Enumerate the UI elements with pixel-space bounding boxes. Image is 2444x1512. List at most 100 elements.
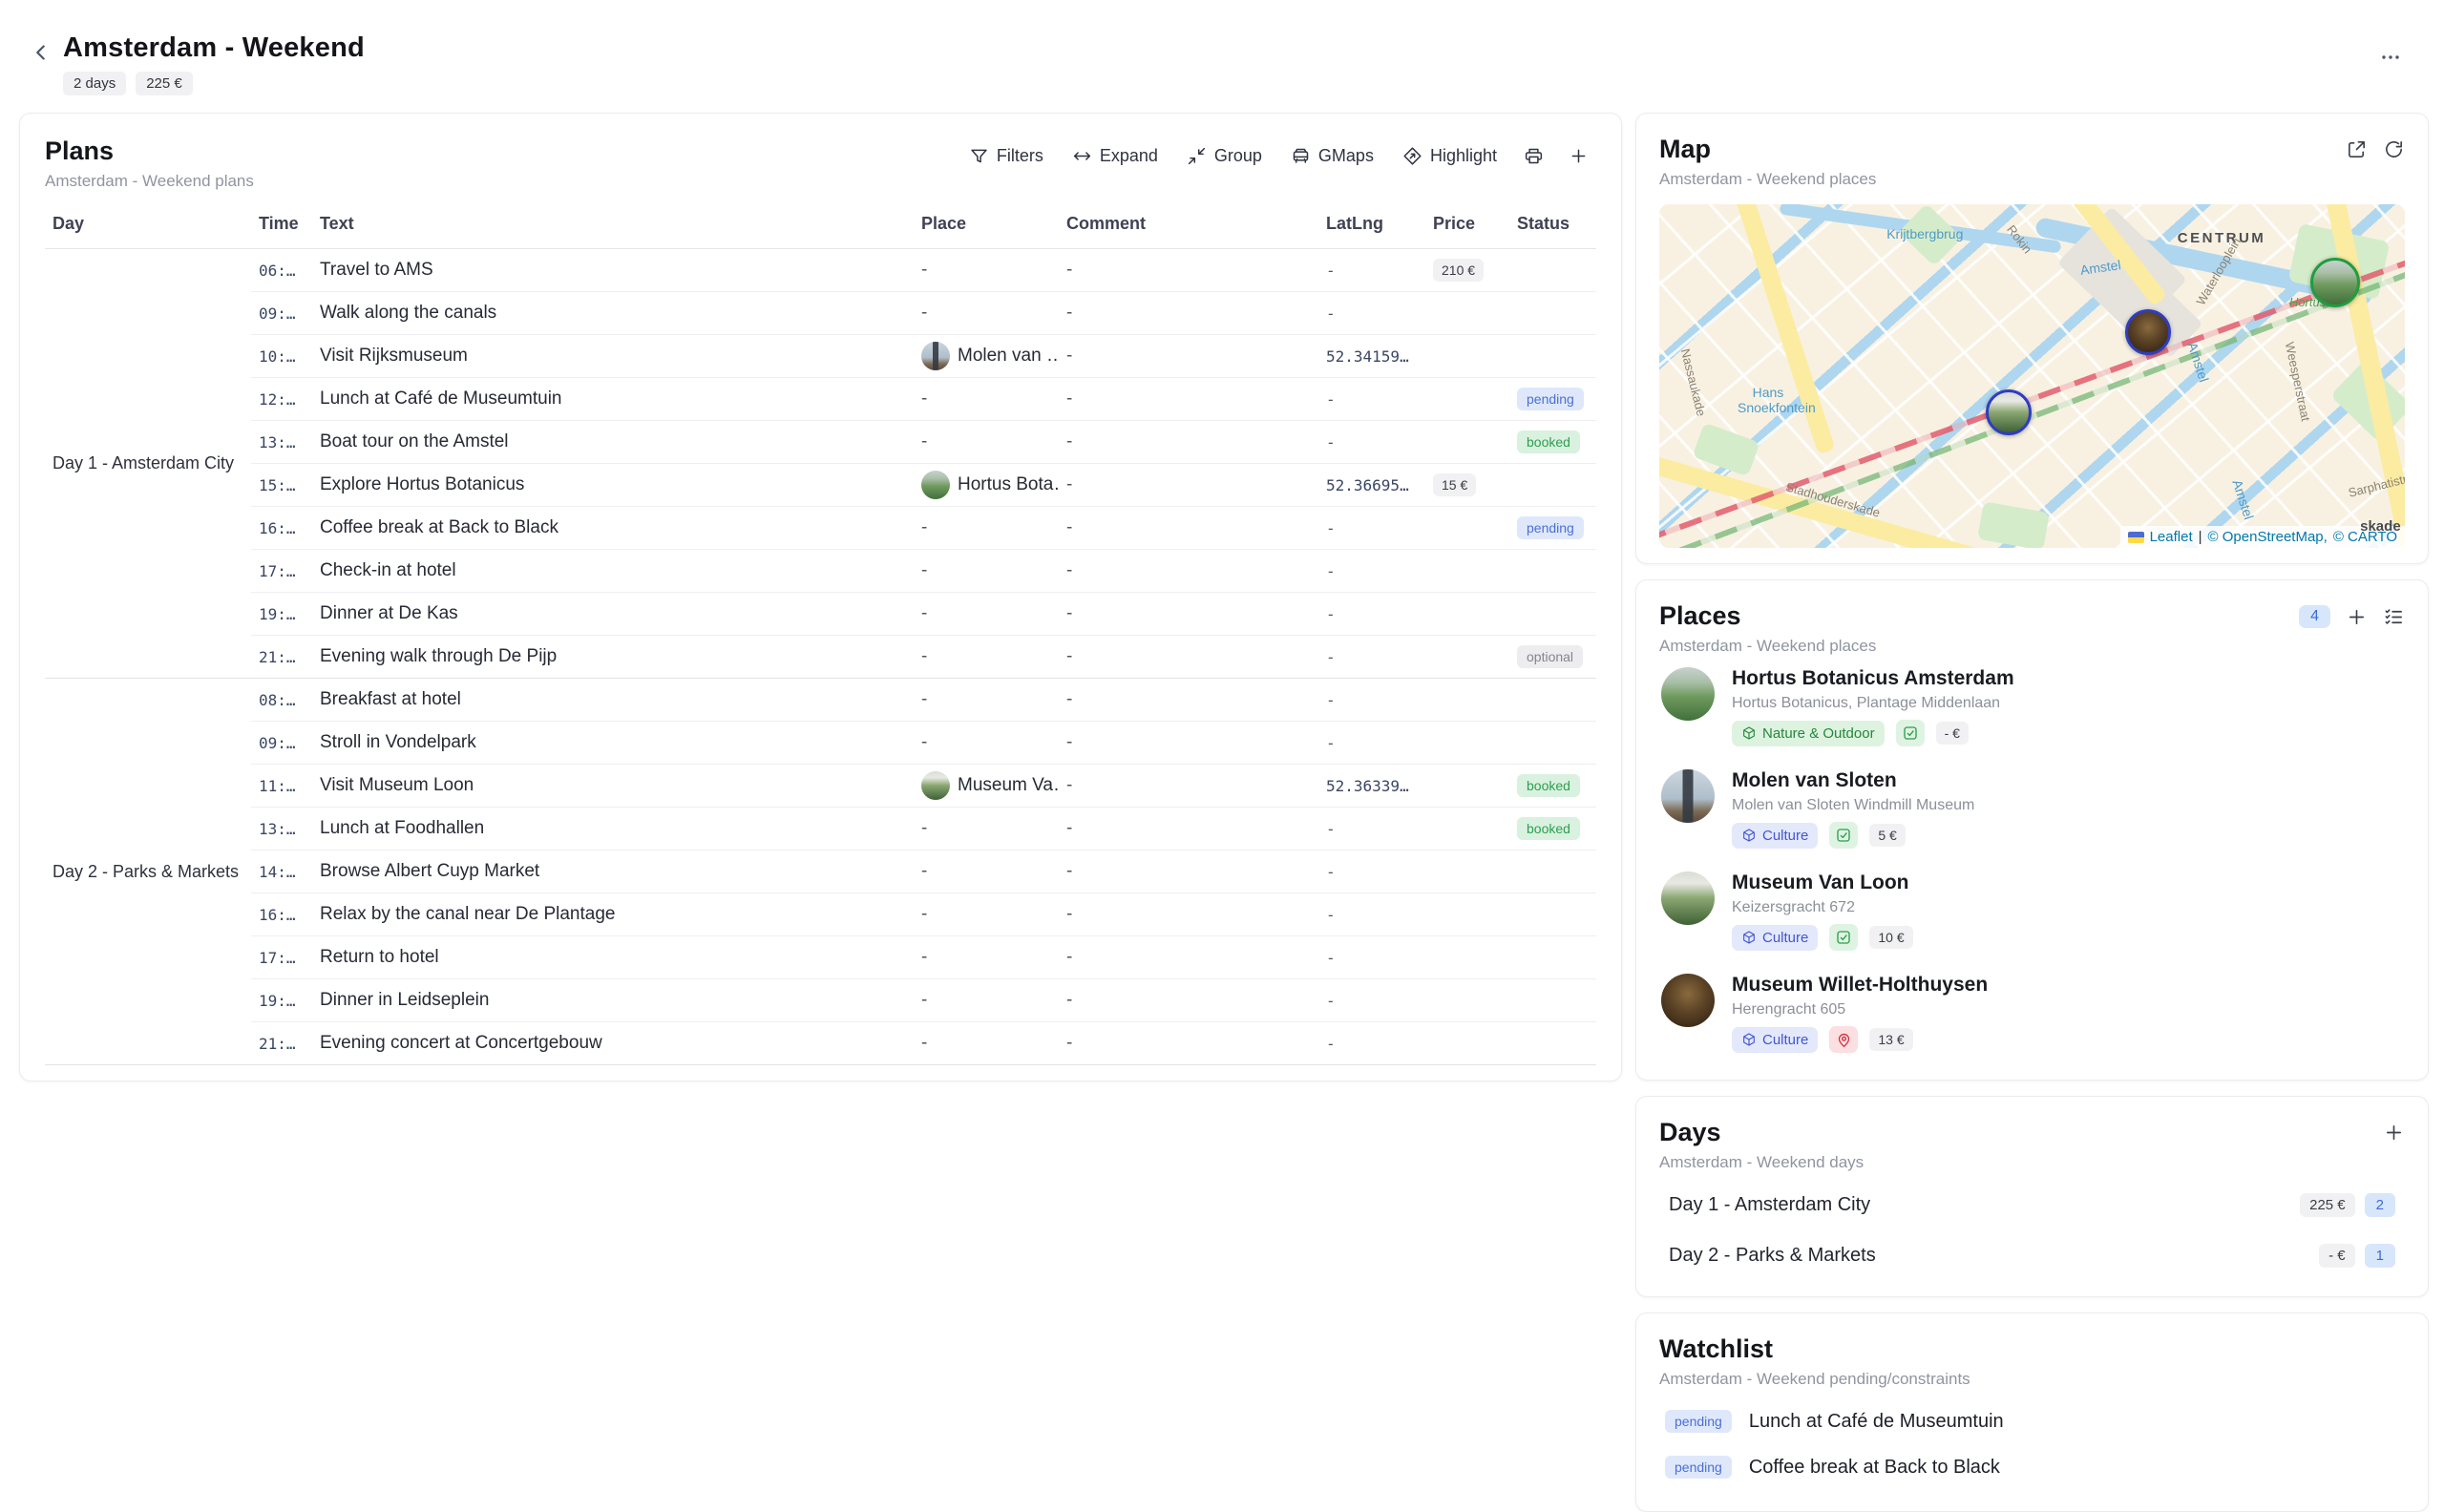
plan-text: Travel to AMS [312, 249, 914, 292]
plan-time: 21:00 [251, 1022, 312, 1065]
plan-price [1425, 1022, 1509, 1065]
places-title: Places [1659, 601, 1876, 631]
filters-icon [969, 146, 989, 166]
highlight-button[interactable]: Highlight [1393, 140, 1506, 172]
plan-row[interactable]: 12:00Lunch at Café de Museumtuin---pendi… [45, 378, 1596, 421]
plan-status [1509, 292, 1596, 335]
back-button[interactable] [29, 40, 53, 68]
plan-price [1425, 378, 1509, 421]
map-marker-mansion[interactable] [1986, 389, 2032, 435]
day-label: Day 1 - Amsterdam City [1669, 1194, 1870, 1216]
plan-place: - [914, 1022, 1059, 1065]
map-park [1898, 204, 1962, 266]
plan-text: Stroll in Vondelpark [312, 722, 914, 765]
refresh-icon [2383, 138, 2405, 160]
plan-price [1425, 765, 1509, 808]
add-button[interactable] [1561, 140, 1596, 172]
group-button[interactable]: Group [1177, 140, 1272, 172]
duration-badge: 2 days [63, 72, 126, 95]
map-marker-garden[interactable] [2310, 258, 2360, 307]
day-row[interactable]: Day 2 - Parks & Markets - € 1 [1659, 1230, 2405, 1281]
plan-row[interactable]: 13:00Lunch at Foodhallen---booked [45, 808, 1596, 850]
plan-row[interactable]: 16:30Coffee break at Back to Black---pen… [45, 507, 1596, 550]
place-item[interactable]: Museum Willet-Holthuysen Herengracht 605… [1659, 962, 2405, 1064]
place-name: Museum Willet-Holthuysen [1732, 974, 1988, 997]
more-menu-button[interactable] [2379, 46, 2402, 72]
checklist-icon [2383, 606, 2405, 628]
map-fullscreen-button[interactable] [2346, 138, 2368, 160]
plan-latlng: - [1318, 421, 1425, 464]
plan-row[interactable]: 21:30Evening walk through De Pijp---opti… [45, 636, 1596, 679]
plan-status [1509, 249, 1596, 292]
watchlist-row[interactable]: pending Lunch at Café de Museumtuin [1659, 1398, 2405, 1444]
plans-title: Plans [45, 136, 254, 166]
plan-row[interactable]: 19:00Dinner in Leidseplein--- [45, 979, 1596, 1022]
plan-comment: - [1059, 893, 1318, 936]
plan-place: - [914, 979, 1059, 1022]
plan-row[interactable]: Day 2 - Parks & Markets08:30Breakfast at… [45, 679, 1596, 722]
map-canvas[interactable]: Leaflet | © OpenStreetMap, © CARTO CENTR… [1659, 204, 2405, 548]
plan-row[interactable]: 16:00Relax by the canal near De Plantage… [45, 893, 1596, 936]
visited-check-icon [1896, 720, 1925, 746]
page-title: Amsterdam - Weekend [63, 32, 365, 64]
plan-row[interactable]: 17:30Return to hotel--- [45, 936, 1596, 979]
leaflet-link[interactable]: Leaflet [2150, 529, 2193, 545]
osm-link[interactable]: © OpenStreetMap, [2208, 529, 2328, 545]
page-header: Amsterdam - Weekend 2 days 225 € [19, 19, 2429, 113]
place-photo [1661, 872, 1715, 925]
plan-row[interactable]: 09:30Stroll in Vondelpark--- [45, 722, 1596, 765]
plan-time: 08:30 [251, 679, 312, 722]
column-header-status[interactable]: Status [1509, 206, 1596, 249]
plan-comment: - [1059, 808, 1318, 850]
gmaps-button[interactable]: GMaps [1281, 140, 1383, 172]
plan-row[interactable]: 14:30Browse Albert Cuyp Market--- [45, 850, 1596, 893]
column-header-place[interactable]: Place [914, 206, 1059, 249]
day-label: Day 2 - Parks & Markets [1669, 1245, 1876, 1267]
days-panel: Days Amsterdam - Weekend days Day 1 - Am… [1635, 1096, 2429, 1297]
map-refresh-button[interactable] [2383, 138, 2405, 160]
status-badge: pending [1665, 1410, 1732, 1433]
column-header-day[interactable]: Day [45, 206, 251, 249]
plan-comment: - [1059, 593, 1318, 636]
plan-row[interactable]: Day 1 - Amsterdam City06:00Travel to AMS… [45, 249, 1596, 292]
add-day-button[interactable] [2383, 1122, 2405, 1144]
plan-latlng: - [1318, 722, 1425, 765]
plan-place: Molen van … [914, 335, 1059, 378]
place-name: Molen van Sloten [1732, 769, 1974, 792]
column-header-time[interactable]: Time [251, 206, 312, 249]
column-header-comment[interactable]: Comment [1059, 206, 1318, 249]
places-list-view-button[interactable] [2383, 606, 2405, 628]
plan-row[interactable]: 19:00Dinner at De Kas--- [45, 593, 1596, 636]
plan-row[interactable]: 09:30Walk along the canals--- [45, 292, 1596, 335]
plan-time: 16:30 [251, 507, 312, 550]
plan-latlng: 52.34159,… [1318, 335, 1425, 378]
filters-button[interactable]: Filters [959, 140, 1053, 172]
plan-text: Return to hotel [312, 936, 914, 979]
plan-row[interactable]: 21:00Evening concert at Concertgebouw--- [45, 1022, 1596, 1065]
watchlist-row[interactable]: pending Coffee break at Back to Black [1659, 1444, 2405, 1490]
plan-row[interactable]: 11:00Visit Museum LoonMuseum Va…-52.3633… [45, 765, 1596, 808]
plan-comment: - [1059, 1022, 1318, 1065]
plan-row[interactable]: 17:30Check-in at hotel--- [45, 550, 1596, 593]
place-name: Hortus Botanicus Amsterdam [1732, 667, 2014, 690]
place-item[interactable]: Museum Van Loon Keizersgracht 672 Cultur… [1659, 860, 2405, 962]
watchlist-subtitle: Amsterdam - Weekend pending/constraints [1659, 1370, 1970, 1389]
place-item[interactable]: Hortus Botanicus Amsterdam Hortus Botani… [1659, 656, 2405, 758]
plan-row[interactable]: 10:00Visit RijksmuseumMolen van …-52.341… [45, 335, 1596, 378]
map-marker-interior[interactable] [2125, 309, 2171, 355]
expand-button[interactable]: Expand [1063, 140, 1168, 172]
print-button[interactable] [1516, 140, 1551, 172]
plan-row[interactable]: 15:00Explore Hortus BotanicusHortus Bota… [45, 464, 1596, 507]
place-item[interactable]: Molen van Sloten Molen van Sloten Windmi… [1659, 758, 2405, 860]
column-header-price[interactable]: Price [1425, 206, 1509, 249]
carto-link[interactable]: © CARTO [2333, 529, 2397, 545]
plus-icon [2346, 606, 2368, 628]
column-header-text[interactable]: Text [312, 206, 914, 249]
maximize-icon [2346, 138, 2368, 160]
day-row[interactable]: Day 1 - Amsterdam City 225 € 2 [1659, 1180, 2405, 1230]
filters-label: Filters [997, 146, 1043, 166]
add-place-button[interactable] [2346, 606, 2368, 628]
column-header-latlng[interactable]: LatLng [1318, 206, 1425, 249]
place-name: Museum Van Loon [1732, 872, 1913, 894]
plan-row[interactable]: 13:30Boat tour on the Amstel---booked [45, 421, 1596, 464]
